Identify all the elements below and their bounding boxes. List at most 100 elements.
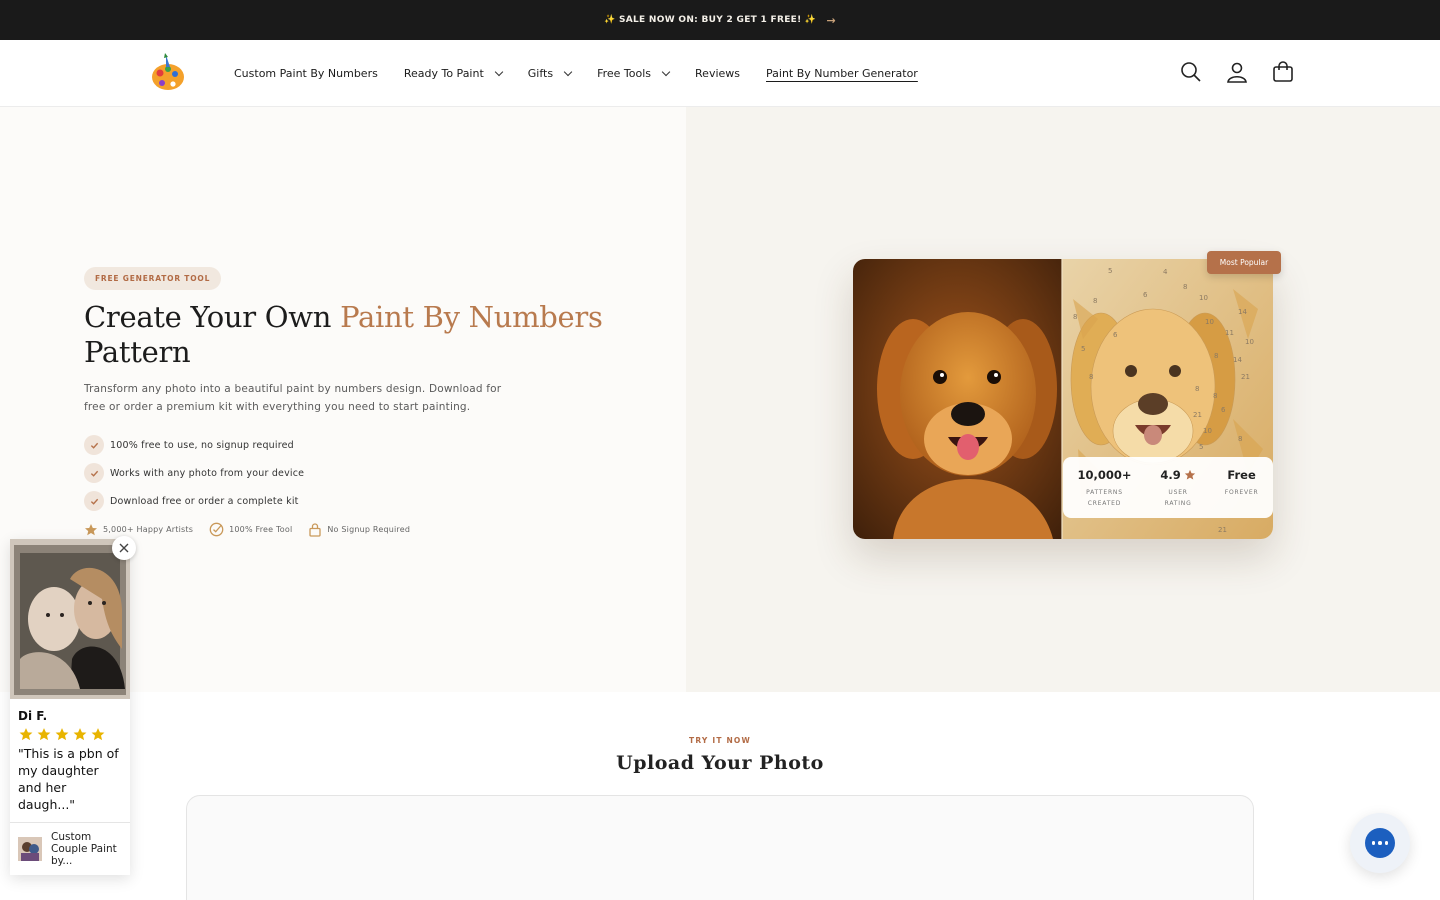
chat-icon — [1365, 828, 1395, 858]
stat-patterns: 10,000+ PATTERNS CREATED — [1077, 468, 1131, 509]
cart-icon[interactable] — [1272, 60, 1294, 84]
hero-subtitle: Transform any photo into a beautiful pai… — [84, 383, 502, 413]
svg-text:10: 10 — [1203, 427, 1212, 435]
most-popular-badge: Most Popular — [1207, 251, 1281, 274]
hero-title-part2: Pattern — [84, 335, 191, 369]
svg-text:6: 6 — [1113, 331, 1118, 339]
nav-item-label: Free Tools — [597, 67, 652, 80]
svg-text:6: 6 — [1221, 406, 1226, 414]
svg-text:14: 14 — [1238, 308, 1247, 316]
svg-text:8: 8 — [1183, 283, 1187, 291]
chevron-down-icon — [661, 67, 671, 77]
svg-text:5: 5 — [1081, 345, 1085, 353]
account-icon[interactable] — [1226, 60, 1248, 84]
stat-label: FOREVER — [1224, 489, 1259, 496]
review-popup[interactable]: Di F. "This is a pbn of my daughter and … — [10, 539, 130, 875]
trust-row: 5,000+ Happy Artists 100% Free Tool No S… — [84, 522, 426, 537]
nav-item-label: Custom Paint By Numbers — [234, 67, 378, 80]
feature-item: 100% free to use, no signup required — [84, 431, 304, 459]
stat-value: 10,000+ — [1077, 468, 1132, 482]
svg-text:5: 5 — [1199, 443, 1203, 451]
stat-value: 4.9 — [1160, 468, 1195, 482]
review-photo — [10, 539, 130, 699]
upload-eyebrow: TRY IT NOW — [689, 736, 751, 745]
stat-rating: 4.9 USER RATING — [1160, 468, 1195, 509]
trust-label: 100% Free Tool — [229, 525, 293, 534]
review-product-link[interactable]: Custom Couple Paint by... — [10, 822, 130, 875]
hero-title-part1: Create Your Own — [84, 300, 341, 334]
svg-text:11: 11 — [1225, 329, 1234, 337]
nav-item-ready-to-paint[interactable]: Ready To Paint — [403, 67, 504, 80]
announcement-text: ✨ SALE NOW ON: BUY 2 GET 1 FREE! ✨ — [604, 15, 817, 25]
chevron-down-icon — [494, 67, 504, 77]
svg-text:10: 10 — [1245, 338, 1254, 346]
svg-text:8: 8 — [1214, 352, 1218, 360]
nav-item-reviews[interactable]: Reviews — [695, 67, 740, 80]
feature-label: Download free or order a complete kit — [110, 495, 299, 507]
site-header: Custom Paint By Numbers Ready To Paint G… — [0, 40, 1440, 107]
stat-label: USER RATING — [1164, 489, 1192, 507]
check-icon — [84, 463, 104, 483]
svg-text:21: 21 — [1218, 526, 1227, 534]
stat-free: Free FOREVER — [1225, 468, 1259, 498]
svg-text:8: 8 — [1213, 392, 1217, 400]
feature-list: 100% free to use, no signup required Wor… — [84, 431, 304, 515]
chat-widget-button[interactable] — [1350, 813, 1410, 873]
check-icon — [84, 491, 104, 511]
nav-item-paint-by-number-generator[interactable]: Paint By Number Generator — [766, 67, 918, 80]
reviewer-name: Di F. — [18, 709, 48, 723]
svg-text:14: 14 — [1233, 356, 1242, 364]
check-circle-icon — [209, 522, 224, 537]
trust-item-no-signup: No Signup Required — [308, 522, 410, 537]
trust-item-artists: 5,000+ Happy Artists — [84, 523, 193, 537]
svg-text:10: 10 — [1199, 294, 1208, 302]
nav-item-gifts[interactable]: Gifts — [527, 67, 573, 80]
nav-item-free-tools[interactable]: Free Tools — [597, 67, 671, 80]
nav-item-custom-paint-by-numbers[interactable]: Custom Paint By Numbers — [234, 67, 378, 80]
header-actions — [1180, 60, 1294, 84]
upload-dropzone[interactable] — [186, 795, 1254, 900]
main-nav: Custom Paint By Numbers Ready To Paint G… — [234, 40, 944, 107]
star-icon — [85, 523, 97, 535]
product-name: Custom Couple Paint by... — [51, 831, 117, 867]
hero-title-accent: Paint By Numbers — [340, 300, 603, 334]
svg-text:10: 10 — [1205, 318, 1214, 326]
hero-title: Create Your Own Paint By Numbers Pattern — [84, 300, 604, 370]
svg-text:21: 21 — [1241, 373, 1250, 381]
svg-text:8: 8 — [1238, 435, 1242, 443]
trust-item-free: 100% Free Tool — [209, 522, 292, 537]
svg-text:8: 8 — [1073, 313, 1077, 321]
free-generator-tag: FREE GENERATOR TOOL — [84, 267, 222, 290]
nav-item-label: Gifts — [527, 67, 554, 80]
svg-text:8: 8 — [1089, 373, 1093, 381]
svg-text:5: 5 — [1108, 267, 1112, 275]
product-thumbnail — [18, 837, 42, 861]
trust-label: No Signup Required — [327, 525, 411, 534]
nav-item-label: Paint By Number Generator — [766, 67, 918, 80]
svg-text:6: 6 — [1143, 291, 1148, 299]
arrow-right-icon[interactable]: → — [826, 14, 836, 27]
svg-text:8: 8 — [1195, 385, 1199, 393]
svg-text:21: 21 — [1193, 411, 1202, 419]
svg-text:4: 4 — [1163, 268, 1168, 276]
check-icon — [84, 435, 104, 455]
upload-title: Upload Your Photo — [616, 752, 824, 774]
chevron-down-icon — [563, 67, 573, 77]
announcement-bar[interactable]: ✨ SALE NOW ON: BUY 2 GET 1 FREE! ✨ → — [0, 0, 1440, 40]
nav-item-label: Ready To Paint — [403, 67, 484, 80]
feature-item: Works with any photo from your device — [84, 459, 304, 487]
feature-item: Download free or order a complete kit — [84, 487, 304, 515]
search-icon[interactable] — [1180, 60, 1202, 84]
lock-icon — [309, 523, 322, 537]
nav-item-label: Reviews — [695, 67, 741, 80]
svg-text:8: 8 — [1093, 297, 1097, 305]
stats-panel: 10,000+ PATTERNS CREATED 4.9 USER RATING F… — [1063, 457, 1273, 518]
trust-label: 5,000+ Happy Artists — [103, 525, 194, 534]
stat-value: Free — [1227, 468, 1256, 482]
close-icon[interactable] — [112, 536, 136, 560]
feature-label: Works with any photo from your device — [110, 467, 305, 479]
feature-label: 100% free to use, no signup required — [110, 439, 294, 451]
logo[interactable] — [148, 53, 190, 95]
stat-label: PATTERNS CREATED — [1086, 489, 1123, 507]
star-icon — [1184, 469, 1195, 480]
